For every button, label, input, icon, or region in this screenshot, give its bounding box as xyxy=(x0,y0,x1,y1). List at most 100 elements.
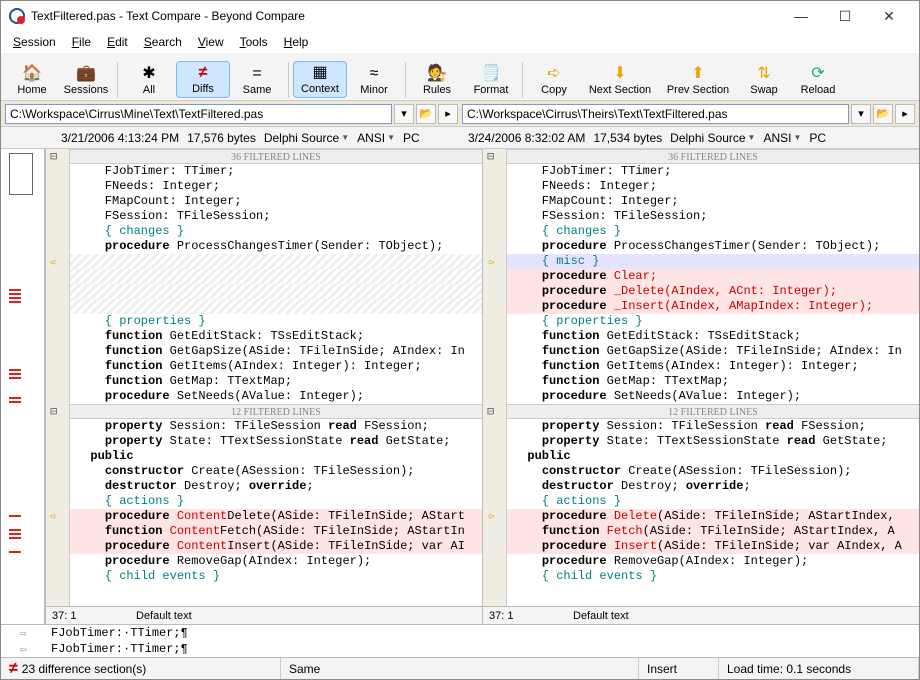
code-line[interactable]: function GetItems(AIndex: Integer): Inte… xyxy=(507,359,919,374)
copy-button[interactable]: ➪Copy xyxy=(527,63,581,98)
code-line[interactable]: { child events } xyxy=(70,569,482,584)
code-line[interactable]: procedure RemoveGap(AIndex: Integer); xyxy=(507,554,919,569)
prev-section-button[interactable]: ⬆Prev Section xyxy=(659,63,737,98)
code-line[interactable]: procedure ContentInsert(ASide: TFileInSi… xyxy=(70,539,482,554)
left-encoding-dropdown[interactable]: ANSI▼ xyxy=(357,131,395,145)
right-open-button[interactable]: ▸ xyxy=(895,104,915,124)
menu-edit[interactable]: Edit xyxy=(101,33,134,51)
gap-line xyxy=(70,284,482,299)
code-line[interactable]: destructor Destroy; override; xyxy=(507,479,919,494)
code-line[interactable]: { actions } xyxy=(70,494,482,509)
sessions-button[interactable]: 💼Sessions xyxy=(59,63,113,98)
code-line[interactable]: public xyxy=(507,449,919,464)
code-line[interactable]: { properties } xyxy=(507,314,919,329)
code-line[interactable]: function ContentFetch(ASide: TFileInSide… xyxy=(70,524,482,539)
expand-icon[interactable]: ⊟ xyxy=(50,149,57,164)
code-line[interactable]: { child events } xyxy=(507,569,919,584)
code-line[interactable]: FNeeds: Integer; xyxy=(70,179,482,194)
next-section-button[interactable]: ⬇Next Section xyxy=(581,63,659,98)
same-button[interactable]: =Same xyxy=(230,63,284,98)
code-line[interactable]: property State: TTextSessionState read G… xyxy=(70,434,482,449)
code-line[interactable]: { properties } xyxy=(70,314,482,329)
code-line[interactable]: function GetItems(AIndex: Integer): Inte… xyxy=(70,359,482,374)
code-line[interactable]: procedure RemoveGap(AIndex: Integer); xyxy=(70,554,482,569)
code-line[interactable]: FSession: TFileSession; xyxy=(507,209,919,224)
left-lang-dropdown[interactable]: Delphi Source▼ xyxy=(264,131,349,145)
asterisk-icon: ✱ xyxy=(142,65,155,83)
filtered-lines-banner[interactable]: 36 FILTERED LINES xyxy=(70,149,482,164)
right-browse-button[interactable]: 📂 xyxy=(873,104,893,124)
code-line[interactable]: procedure _Insert(AIndex, AMapIndex: Int… xyxy=(507,299,919,314)
code-line[interactable]: destructor Destroy; override; xyxy=(70,479,482,494)
left-code[interactable]: ⊟ ➪ ⊟ ➪ 36 FILTERED LINES FJobTimer: TTi… xyxy=(46,149,482,606)
code-line[interactable]: FJobTimer: TTimer; xyxy=(70,164,482,179)
code-line[interactable]: procedure ContentDelete(ASide: TFileInSi… xyxy=(70,509,482,524)
right-path-dropdown[interactable]: ▾ xyxy=(851,104,871,124)
code-line[interactable]: procedure ProcessChangesTimer(Sender: TO… xyxy=(507,239,919,254)
code-line[interactable]: FSession: TFileSession; xyxy=(70,209,482,224)
code-line[interactable]: { actions } xyxy=(507,494,919,509)
code-line[interactable]: function GetGapSize(ASide: TFileInSide; … xyxy=(70,344,482,359)
all-button[interactable]: ✱All xyxy=(122,63,176,98)
context-button[interactable]: ▦Context xyxy=(293,61,347,98)
minor-button[interactable]: ≈Minor xyxy=(347,63,401,98)
left-path-input[interactable] xyxy=(5,104,392,124)
code-line[interactable]: public xyxy=(70,449,482,464)
close-button[interactable]: ✕ xyxy=(867,2,911,30)
code-line[interactable]: FMapCount: Integer; xyxy=(70,194,482,209)
swap-button[interactable]: ⇅Swap xyxy=(737,63,791,98)
expand-icon[interactable]: ⊟ xyxy=(50,404,57,419)
code-line[interactable]: procedure Delete(ASide: TFileInSide; ASt… xyxy=(507,509,919,524)
code-line[interactable]: procedure ProcessChangesTimer(Sender: TO… xyxy=(70,239,482,254)
maximize-button[interactable]: ☐ xyxy=(823,2,867,30)
code-line[interactable]: function GetMap: TTextMap; xyxy=(70,374,482,389)
left-browse-button[interactable]: 📂 xyxy=(416,104,436,124)
code-line[interactable]: { misc } xyxy=(507,254,919,269)
right-lang-dropdown[interactable]: Delphi Source▼ xyxy=(670,131,755,145)
menu-session[interactable]: Session xyxy=(7,33,62,51)
code-line[interactable]: function GetEditStack: TSsEditStack; xyxy=(507,329,919,344)
home-button[interactable]: 🏠Home xyxy=(5,63,59,98)
code-line[interactable]: FMapCount: Integer; xyxy=(507,194,919,209)
code-line[interactable]: procedure SetNeeds(AValue: Integer); xyxy=(70,389,482,404)
code-line[interactable]: constructor Create(ASession: TFileSessio… xyxy=(507,464,919,479)
code-line[interactable]: property Session: TFileSession read FSes… xyxy=(70,419,482,434)
minimize-button[interactable]: — xyxy=(779,2,823,30)
menu-view[interactable]: View xyxy=(192,33,230,51)
rules-button[interactable]: 🧑‍⚖️Rules xyxy=(410,63,464,98)
code-line[interactable]: function GetMap: TTextMap; xyxy=(507,374,919,389)
right-code[interactable]: ⊟ ➪ ⊟ ➪ 36 FILTERED LINES FJobTimer: TTi… xyxy=(483,149,919,606)
code-line[interactable]: property State: TTextSessionState read G… xyxy=(507,434,919,449)
code-line[interactable]: { changes } xyxy=(507,224,919,239)
right-path-input[interactable] xyxy=(462,104,849,124)
code-line[interactable]: procedure SetNeeds(AValue: Integer); xyxy=(507,389,919,404)
menu-file[interactable]: File xyxy=(66,33,97,51)
toolbar: 🏠Home 💼Sessions ✱All ≠Diffs =Same ▦Conte… xyxy=(1,53,919,101)
format-button[interactable]: 🗒️Format xyxy=(464,63,518,98)
filtered-lines-banner[interactable]: 12 FILTERED LINES xyxy=(507,404,919,419)
code-line[interactable]: constructor Create(ASession: TFileSessio… xyxy=(70,464,482,479)
expand-icon[interactable]: ⊟ xyxy=(487,149,494,164)
code-line[interactable]: FJobTimer: TTimer; xyxy=(507,164,919,179)
menu-help[interactable]: Help xyxy=(278,33,315,51)
code-line[interactable]: function GetEditStack: TSsEditStack; xyxy=(70,329,482,344)
left-open-button[interactable]: ▸ xyxy=(438,104,458,124)
thumbnail-overview[interactable] xyxy=(1,149,45,624)
code-line[interactable]: function GetGapSize(ASide: TFileInSide; … xyxy=(507,344,919,359)
code-line[interactable]: procedure _Delete(AIndex, ACnt: Integer)… xyxy=(507,284,919,299)
filtered-lines-banner[interactable]: 12 FILTERED LINES xyxy=(70,404,482,419)
code-line[interactable]: FNeeds: Integer; xyxy=(507,179,919,194)
code-line[interactable]: procedure Clear; xyxy=(507,269,919,284)
reload-button[interactable]: ⟳Reload xyxy=(791,63,845,98)
diffs-button[interactable]: ≠Diffs xyxy=(176,61,230,98)
left-path-dropdown[interactable]: ▾ xyxy=(394,104,414,124)
code-line[interactable]: procedure Insert(ASide: TFileInSide; var… xyxy=(507,539,919,554)
expand-icon[interactable]: ⊟ xyxy=(487,404,494,419)
filtered-lines-banner[interactable]: 36 FILTERED LINES xyxy=(507,149,919,164)
menu-tools[interactable]: Tools xyxy=(234,33,274,51)
code-line[interactable]: function Fetch(ASide: TFileInSide; AStar… xyxy=(507,524,919,539)
code-line[interactable]: property Session: TFileSession read FSes… xyxy=(507,419,919,434)
code-line[interactable]: { changes } xyxy=(70,224,482,239)
right-encoding-dropdown[interactable]: ANSI▼ xyxy=(763,131,801,145)
menu-search[interactable]: Search xyxy=(138,33,188,51)
